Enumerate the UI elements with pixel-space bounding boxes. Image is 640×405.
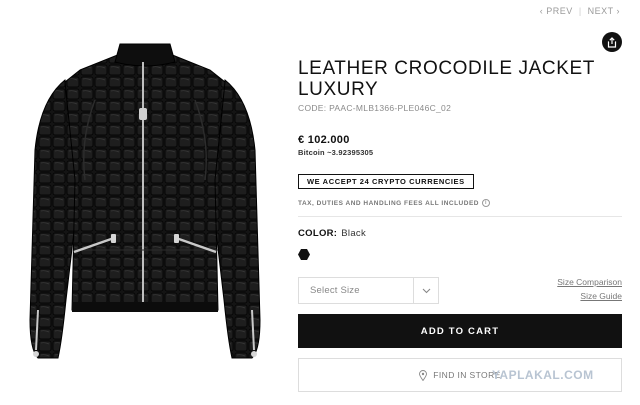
product-price: € 102.000 <box>298 134 350 146</box>
location-pin-icon <box>419 369 428 381</box>
size-select[interactable]: Select Size <box>298 277 439 304</box>
size-links: Size Comparison Size Guide <box>557 275 622 303</box>
color-value: Black <box>341 228 367 239</box>
color-row: COLOR: Black <box>298 228 622 239</box>
size-select-placeholder: Select Size <box>310 285 360 296</box>
taxes-note: TAX, DUTIES AND HANDLING FEES ALL INCLUD… <box>298 199 622 207</box>
jacket-image <box>29 43 261 359</box>
next-label: NEXT <box>587 6 614 16</box>
chevron-down-icon <box>413 278 438 303</box>
color-label: COLOR: <box>298 228 338 239</box>
prev-label: PREV <box>546 6 573 16</box>
pagination-nav: ‹ PREV | NEXT › <box>540 6 620 16</box>
divider <box>298 216 622 217</box>
chevron-right-icon: › <box>613 6 620 16</box>
crypto-badge[interactable]: WE ACCEPT 24 CRYPTO CURRENCIES <box>298 174 474 189</box>
share-icon <box>607 36 617 48</box>
watermark: YAPLAKAL.COM <box>492 368 594 382</box>
size-row: Select Size Size Comparison Size Guide <box>298 277 622 304</box>
product-image[interactable] <box>10 40 280 380</box>
nav-separator: | <box>578 6 582 16</box>
product-code: CODE: PAAC-MLB1366-PLE046C_02 <box>298 103 452 113</box>
add-to-cart-button[interactable]: ADD TO CART <box>298 314 622 348</box>
share-button[interactable] <box>602 32 622 52</box>
prev-link[interactable]: ‹ PREV <box>540 6 573 16</box>
find-in-store-label: FIND IN STORE <box>433 370 501 380</box>
next-link[interactable]: NEXT › <box>588 6 620 16</box>
color-swatch-black[interactable] <box>298 249 310 260</box>
size-comparison-link[interactable]: Size Comparison <box>557 275 622 289</box>
info-icon[interactable]: i <box>481 199 490 207</box>
taxes-label: TAX, DUTIES AND HANDLING FEES ALL INCLUD… <box>298 199 479 207</box>
product-title: LEATHER CROCODILE JACKET LUXURY <box>298 58 595 100</box>
bitcoin-price: Bitcoin ~3.92395305 <box>298 148 374 157</box>
size-guide-link[interactable]: Size Guide <box>557 289 622 303</box>
product-info: LEATHER CROCODILE JACKET LUXURY CODE: PA… <box>298 58 622 392</box>
